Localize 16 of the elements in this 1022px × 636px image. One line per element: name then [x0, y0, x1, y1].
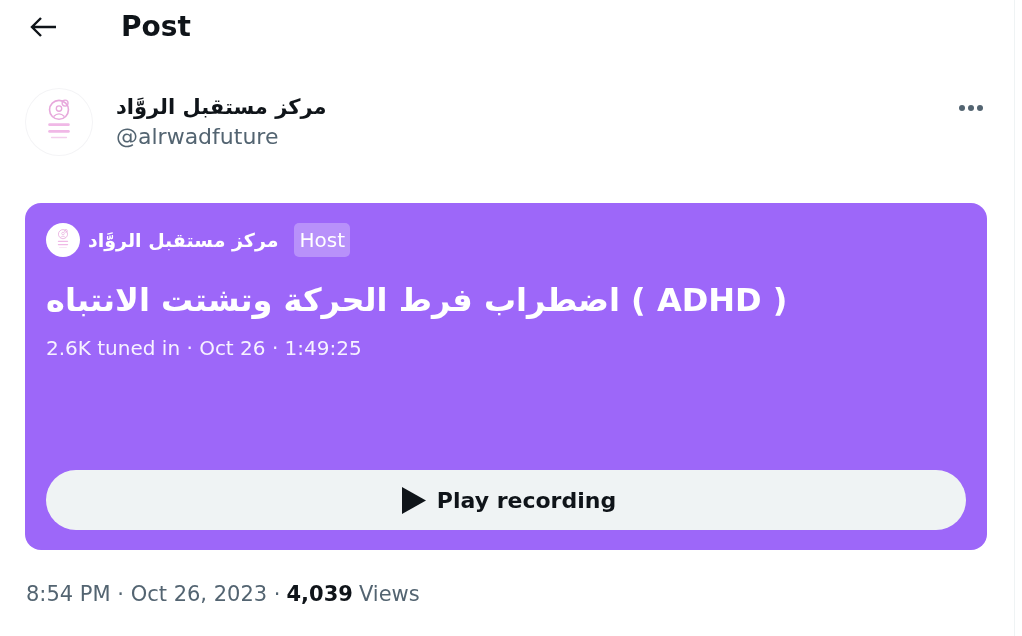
post-timestamp[interactable]: 8:54 PM · Oct 26, 2023 · — [26, 580, 281, 608]
views-count: 4,039 — [286, 581, 353, 608]
play-icon — [401, 486, 426, 514]
author-handle[interactable]: @alrwadfuture — [116, 122, 279, 152]
space-info: 2.6K tuned in · Oct 26 · 1:49:25 — [46, 335, 362, 362]
back-arrow-icon — [30, 15, 57, 38]
play-recording-button[interactable]: Play recording — [46, 470, 966, 530]
more-button[interactable] — [958, 104, 984, 112]
views-label: Views — [358, 581, 420, 608]
more-icon — [958, 104, 984, 112]
back-button[interactable] — [30, 15, 57, 38]
space-title: اضطراب فرط الحركة وتشتت الانتباه ( ADHD ) — [46, 280, 788, 321]
host-name: مركز مستقبل الروَّاد — [88, 228, 279, 253]
host-label: Host — [294, 223, 350, 257]
author-name[interactable]: مركز مستقبل الروَّاد — [116, 92, 327, 122]
page-title: Post — [121, 9, 191, 44]
